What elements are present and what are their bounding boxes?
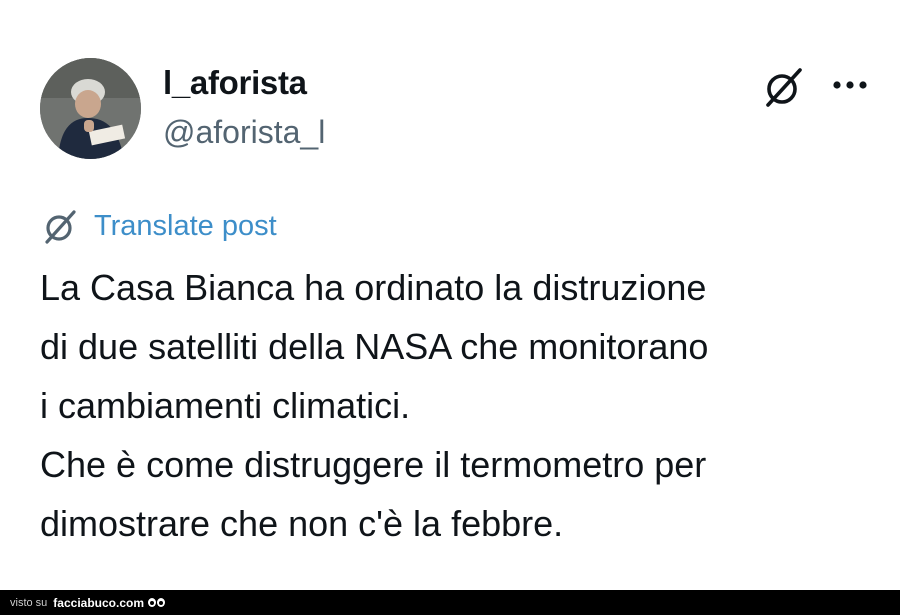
display-name[interactable]: l_aforista	[163, 64, 307, 102]
eyes-logo-icon	[148, 598, 165, 607]
watermark-footer: visto su facciabuco.com	[0, 590, 900, 615]
post-text-line: i cambiamenti climatici.	[40, 385, 411, 426]
grok-translate-icon	[45, 210, 76, 244]
post-text-line: di due satelliti della NASA che monitora…	[40, 326, 709, 367]
post-text: La Casa Bianca ha ordinato la distruzion…	[40, 258, 890, 553]
post-text-line: dimostrare che non c'è la febbre.	[40, 503, 564, 544]
grok-icon	[766, 68, 802, 107]
post-text-line: La Casa Bianca ha ordinato la distruzion…	[40, 267, 707, 308]
footer-brand[interactable]: facciabuco.com	[53, 596, 144, 610]
user-handle[interactable]: @aforista_l	[163, 114, 325, 151]
footer-prefix: visto su	[10, 596, 48, 609]
more-button[interactable]	[828, 70, 872, 100]
avatar[interactable]	[40, 58, 141, 159]
post-text-line: Che è come distruggere il termometro per	[40, 444, 707, 485]
translate-post-label: Translate post	[94, 209, 277, 242]
translate-post-link[interactable]: Translate post	[40, 204, 277, 248]
avatar-photo	[40, 58, 141, 159]
grok-button[interactable]	[760, 64, 806, 110]
more-horizontal-icon	[833, 81, 867, 89]
